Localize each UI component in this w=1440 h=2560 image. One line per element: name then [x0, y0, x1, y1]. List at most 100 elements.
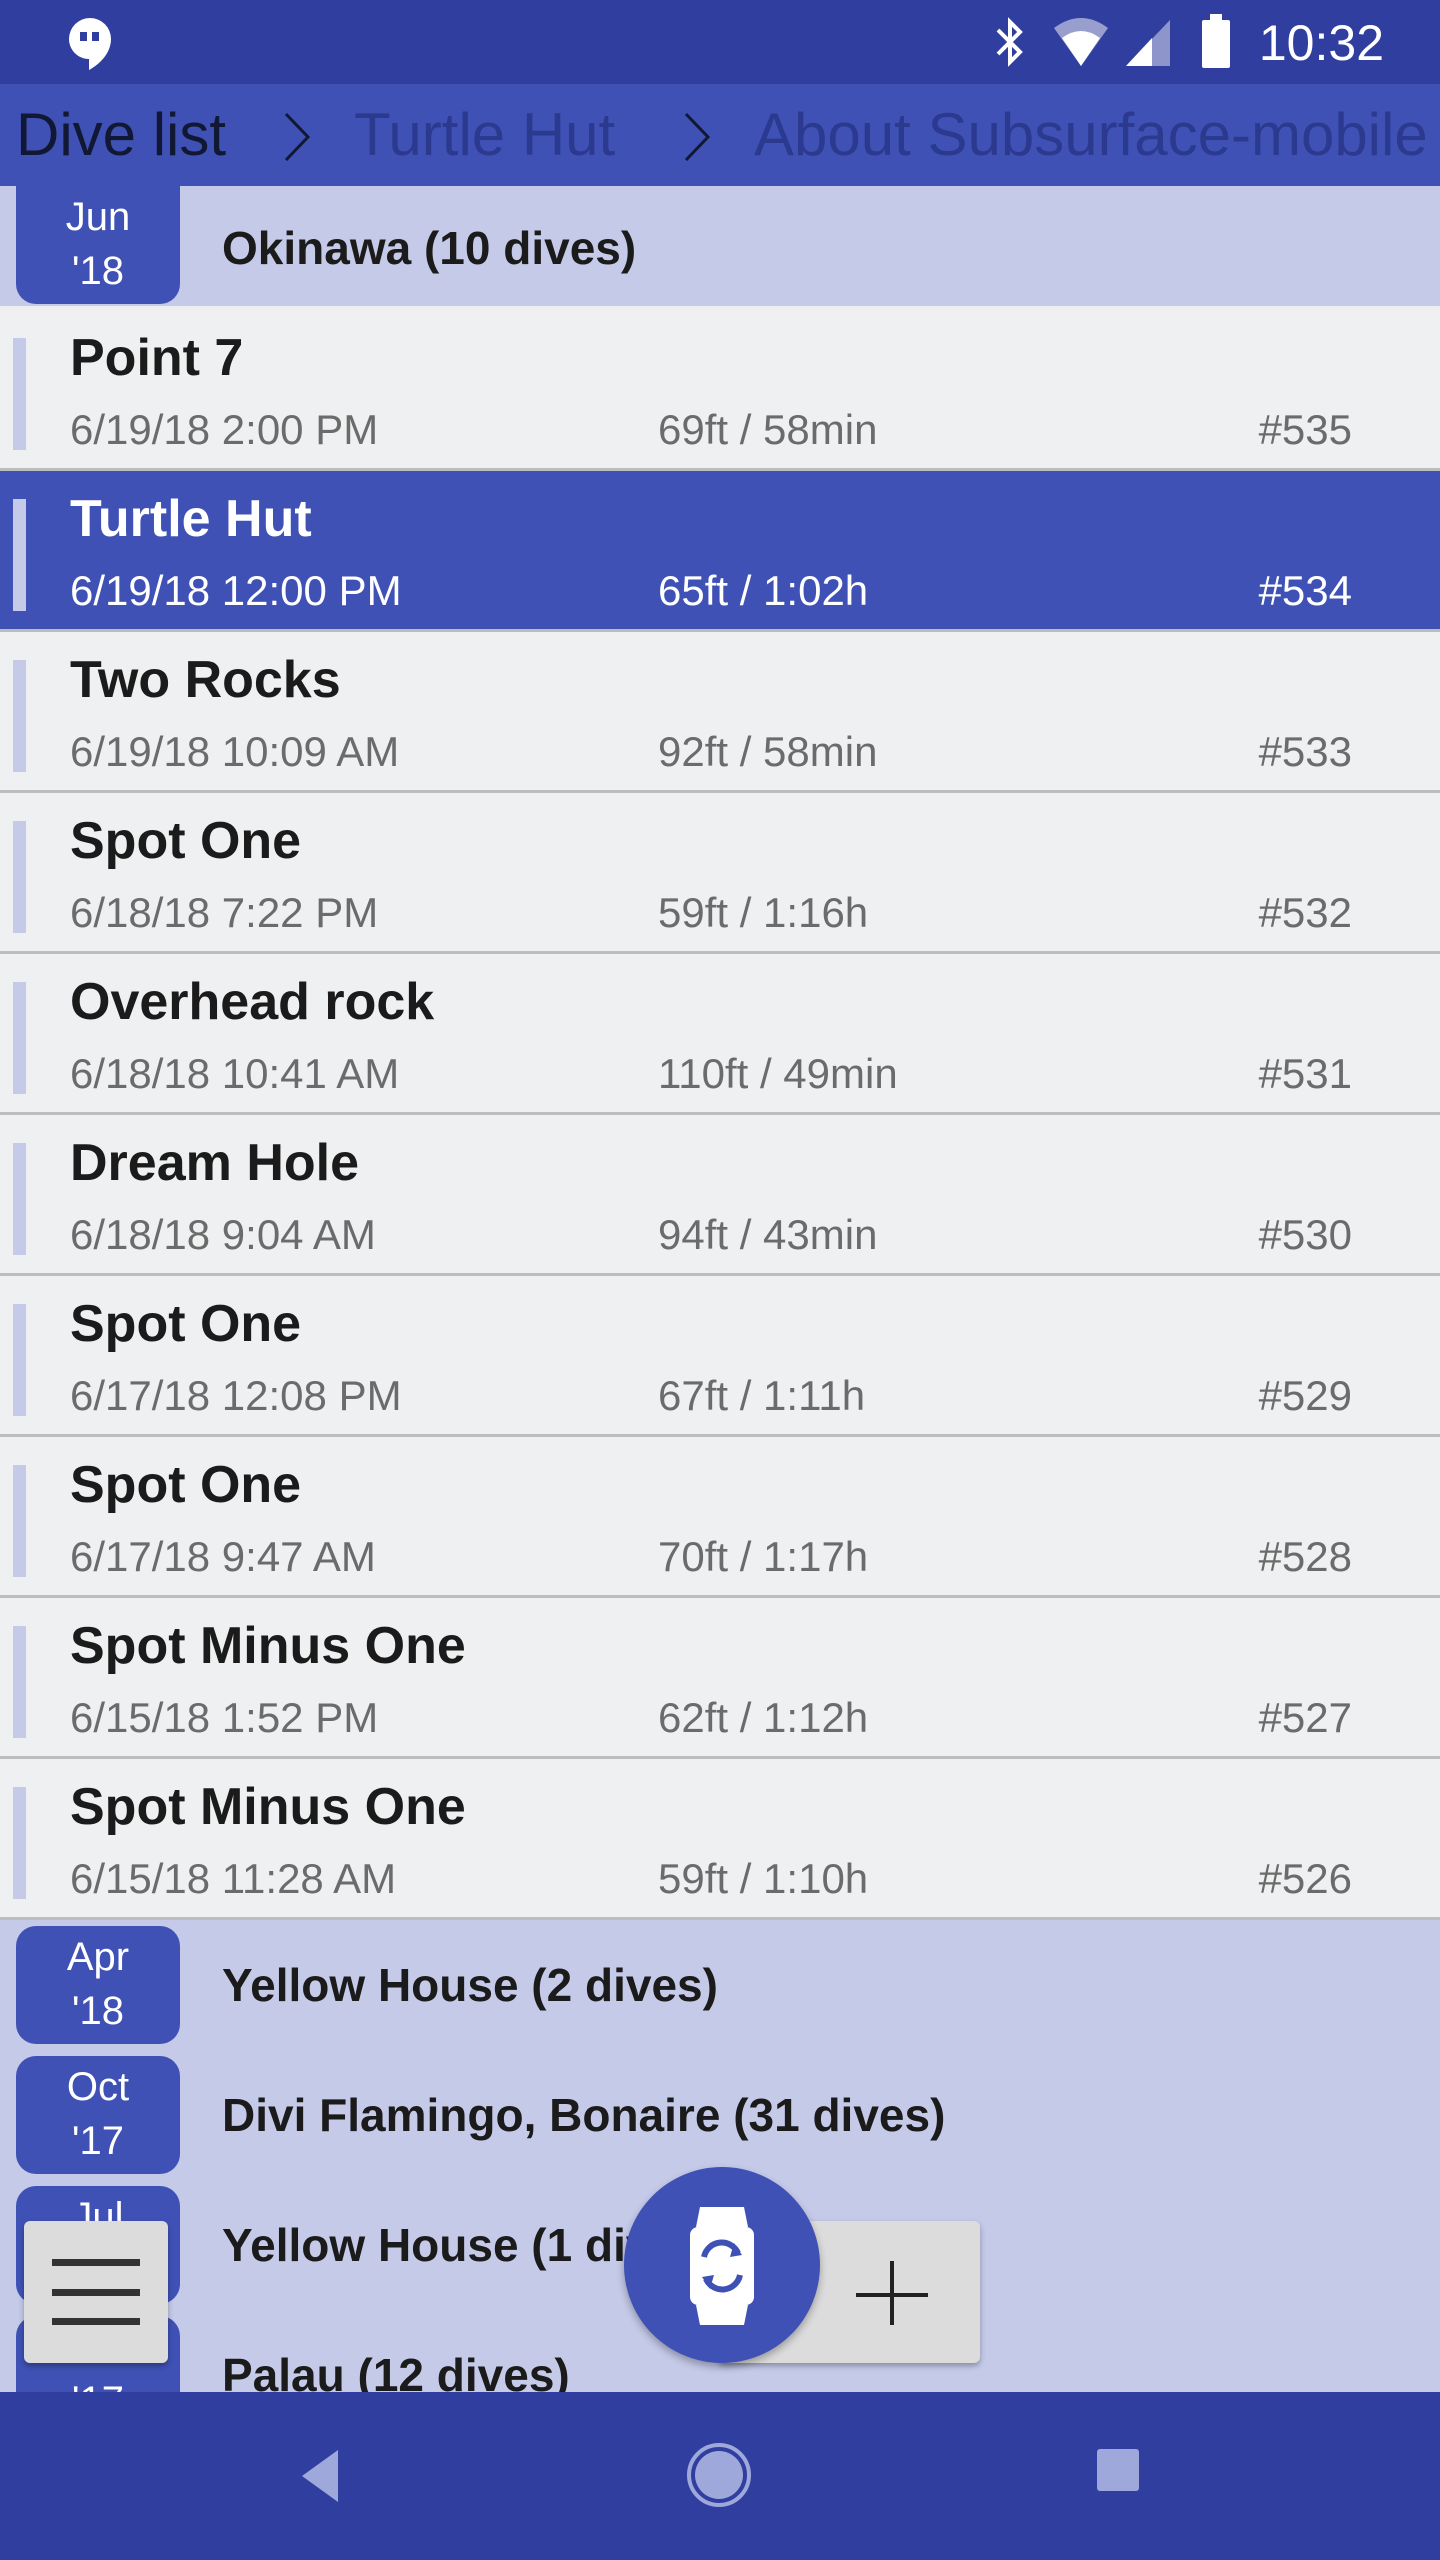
trip-month: Jun	[65, 195, 131, 239]
dive-location: Turtle Hut	[70, 490, 312, 548]
status-time: 10:32	[1258, 15, 1384, 71]
breadcrumb: Dive list Turtle Hut About Subsurface-mo…	[0, 84, 1440, 186]
dive-depth-duration: 59ft / 1:16h	[658, 889, 869, 936]
dive-row-accent	[13, 660, 26, 772]
dive-row-accent	[13, 338, 26, 450]
dive-number: #527	[1258, 1694, 1352, 1741]
trip-date-badge: Oct '17	[16, 2056, 180, 2174]
wifi-icon	[1054, 18, 1108, 66]
dive-date: 6/17/18 9:47 AM	[70, 1533, 376, 1580]
dive-list[interactable]: Jun '18 Okinawa (10 dives) Point 7 6/19/1…	[0, 186, 1440, 2392]
dive-number: #533	[1258, 728, 1352, 775]
dive-number: #528	[1258, 1533, 1352, 1580]
dive-row[interactable]: Spot One 6/18/18 7:22 PM 59ft / 1:16h #5…	[0, 793, 1440, 954]
menu-button[interactable]	[24, 2221, 168, 2363]
dive-location: Overhead rock	[70, 973, 435, 1031]
trip-date-badge: Jun '18	[16, 186, 180, 304]
trip-month: Apr	[66, 1935, 130, 1979]
dive-depth-duration: 67ft / 1:11h	[658, 1372, 866, 1419]
dive-location: Spot Minus One	[70, 1778, 466, 1836]
dive-date: 6/18/18 9:04 AM	[70, 1211, 376, 1258]
dive-date: 6/18/18 10:41 AM	[70, 1050, 400, 1097]
status-bar: 10:32	[0, 0, 1440, 84]
trip-date-badge: Apr '18	[16, 1926, 180, 2044]
dive-number: #526	[1258, 1855, 1352, 1902]
dive-number: #529	[1258, 1372, 1352, 1419]
dive-number: #535	[1258, 406, 1352, 453]
dive-row[interactable]: Spot Minus One 6/15/18 11:28 AM 59ft / 1…	[0, 1759, 1440, 1920]
trip-header[interactable]: Apr '18 Yellow House (2 dives)	[0, 1920, 1440, 2050]
dive-date: 6/15/18 11:28 AM	[70, 1855, 397, 1902]
dive-depth-duration: 92ft / 58min	[658, 728, 878, 775]
trip-month: Oct	[66, 2065, 130, 2109]
chevron-right-icon	[684, 112, 711, 162]
dive-row[interactable]: Spot One 6/17/18 12:08 PM 67ft / 1:11h #…	[0, 1276, 1440, 1437]
trip-header[interactable]: Oct '17 Divi Flamingo, Bonaire (31 dives)	[0, 2050, 1440, 2180]
breadcrumb-dive-list[interactable]: Dive list	[16, 84, 226, 186]
hangouts-icon	[69, 18, 111, 70]
trip-header[interactable]: Jun '18 Okinawa (10 dives)	[0, 186, 1440, 310]
dive-number: #530	[1258, 1211, 1352, 1258]
trip-title: Yellow House (2 dives)	[222, 1959, 718, 2011]
dive-location: Spot One	[70, 812, 302, 870]
dive-depth-duration: 59ft / 1:10h	[658, 1855, 869, 1902]
recents-icon[interactable]	[1096, 2448, 1140, 2492]
dive-depth-duration: 69ft / 58min	[658, 406, 878, 453]
dive-depth-duration: 110ft / 49min	[658, 1050, 898, 1097]
dive-location: Spot One	[70, 1295, 302, 1353]
dive-location: Dream Hole	[70, 1134, 359, 1192]
dive-date: 6/19/18 10:09 AM	[70, 728, 400, 775]
dive-location: Spot One	[70, 1456, 302, 1514]
dive-row-accent	[13, 821, 26, 933]
dive-row[interactable]: Two Rocks 6/19/18 10:09 AM 92ft / 58min …	[0, 632, 1440, 793]
signal-icon	[1126, 20, 1170, 66]
dive-location: Point 7	[70, 329, 244, 387]
dive-number: #532	[1258, 889, 1352, 936]
dive-row[interactable]: Spot Minus One 6/15/18 1:52 PM 62ft / 1:…	[0, 1598, 1440, 1759]
dive-date: 6/15/18 1:52 PM	[70, 1694, 379, 1741]
trip-title: Okinawa (10 dives)	[222, 222, 637, 274]
dive-row[interactable]: Turtle Hut 6/19/18 12:00 PM 65ft / 1:02h…	[0, 471, 1440, 632]
trip-year: '17	[16, 2374, 180, 2392]
dive-row-accent	[13, 1465, 26, 1577]
trip-title: Yellow House (1 dive)	[222, 2219, 693, 2271]
dive-row-accent	[13, 1304, 26, 1416]
navigation-bar	[0, 2392, 1440, 2560]
dive-location: Spot Minus One	[70, 1617, 466, 1675]
dive-number: #531	[1258, 1050, 1352, 1097]
breadcrumb-about[interactable]: About Subsurface-mobile	[754, 84, 1428, 186]
trip-year: '18	[71, 249, 125, 293]
hamburger-icon	[52, 2259, 140, 2266]
trip-title: Palau (12 dives)	[222, 2349, 570, 2392]
dive-row[interactable]: Dream Hole 6/18/18 9:04 AM 94ft / 43min …	[0, 1115, 1440, 1276]
sync-watch-button[interactable]	[624, 2167, 820, 2363]
battery-icon	[1202, 14, 1230, 68]
dive-date: 6/18/18 7:22 PM	[70, 889, 379, 936]
back-icon[interactable]	[298, 2448, 342, 2504]
plus-icon	[856, 2261, 928, 2325]
sync-watch-icon	[690, 2207, 754, 2325]
dive-row[interactable]: Overhead rock 6/18/18 10:41 AM 110ft / 4…	[0, 954, 1440, 1115]
dive-row-accent	[13, 982, 26, 1094]
dive-row-accent	[13, 1787, 26, 1899]
trip-year: '17	[71, 2119, 125, 2163]
dive-date: 6/17/18 12:08 PM	[70, 1372, 402, 1419]
dive-date: 6/19/18 2:00 PM	[70, 406, 379, 453]
dive-row-accent	[13, 1626, 26, 1738]
trip-year: '18	[71, 1989, 125, 2033]
dive-depth-duration: 70ft / 1:17h	[658, 1533, 869, 1580]
dive-row-accent	[13, 499, 26, 611]
home-icon[interactable]	[686, 2442, 752, 2508]
dive-depth-duration: 65ft / 1:02h	[658, 567, 869, 614]
dive-row[interactable]: Point 7 6/19/18 2:00 PM 69ft / 58min #53…	[0, 310, 1440, 471]
trip-title: Divi Flamingo, Bonaire (31 dives)	[222, 2089, 946, 2141]
breadcrumb-turtle-hut[interactable]: Turtle Hut	[354, 84, 615, 186]
dive-number: #534	[1258, 567, 1352, 614]
dive-row[interactable]: Spot One 6/17/18 9:47 AM 70ft / 1:17h #5…	[0, 1437, 1440, 1598]
dive-date: 6/19/18 12:00 PM	[70, 567, 402, 614]
dive-depth-duration: 94ft / 43min	[658, 1211, 878, 1258]
dive-location: Two Rocks	[70, 651, 341, 709]
dive-row-accent	[13, 1143, 26, 1255]
dive-depth-duration: 62ft / 1:12h	[658, 1694, 869, 1741]
bluetooth-icon	[996, 17, 1023, 67]
